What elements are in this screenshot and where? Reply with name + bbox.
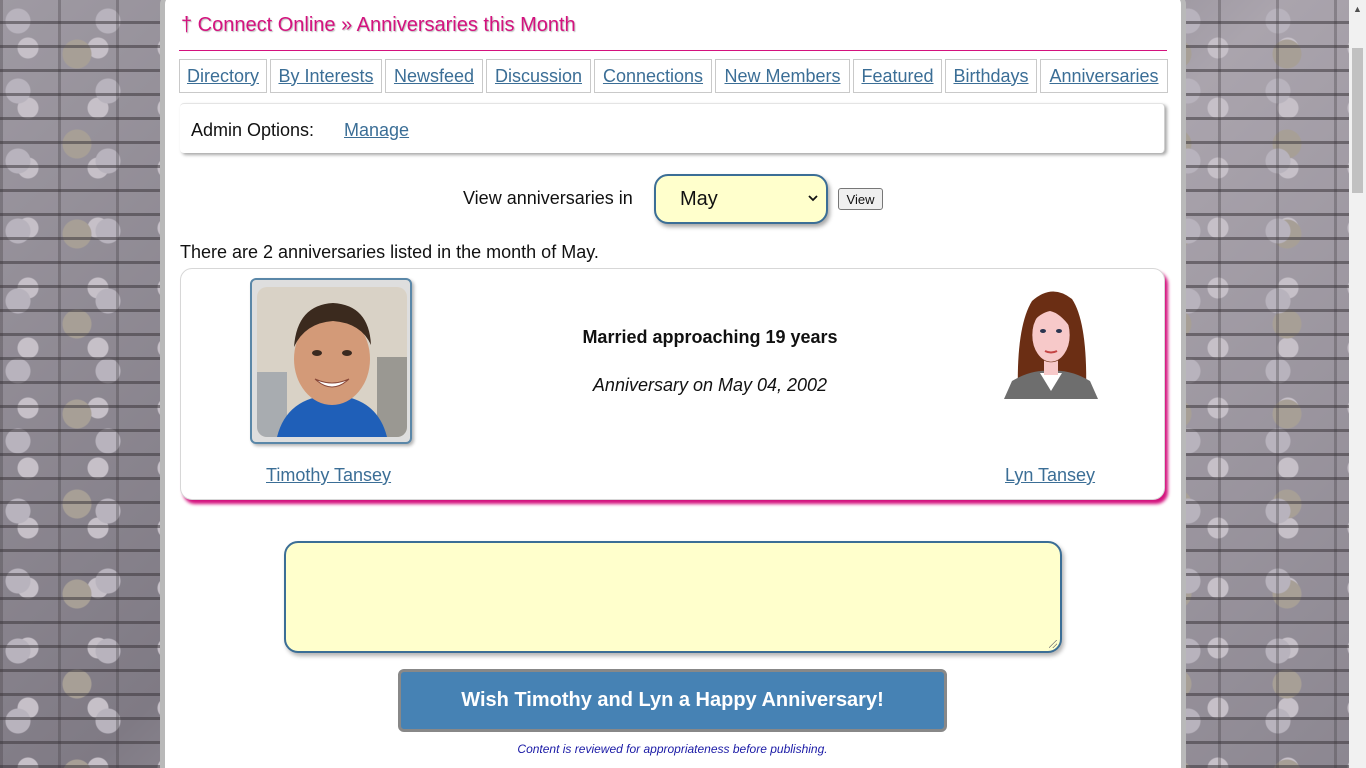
- month-select[interactable]: May: [654, 174, 828, 224]
- view-button[interactable]: View: [838, 188, 883, 210]
- tab-birthdays[interactable]: Birthdays: [945, 59, 1037, 93]
- lyn-avatar[interactable]: [1002, 287, 1100, 399]
- timothy-avatar: [257, 287, 407, 437]
- tab-featured[interactable]: Featured: [853, 59, 942, 93]
- view-anniversaries-label: View anniversaries in: [463, 188, 633, 208]
- resize-handle-icon[interactable]: [1049, 640, 1057, 648]
- page-scrollbar[interactable]: ▲: [1349, 0, 1366, 768]
- page-title: † Connect Online » Anniversaries this Mo…: [181, 14, 576, 36]
- tab-directory[interactable]: Directory: [179, 59, 267, 93]
- tab-newsfeed[interactable]: Newsfeed: [385, 59, 483, 93]
- tab-anniversaries[interactable]: Anniversaries: [1040, 59, 1168, 93]
- anniversary-count-text: There are 2 anniversaries listed in the …: [180, 242, 599, 262]
- tab-discussion[interactable]: Discussion: [486, 59, 591, 93]
- anniversary-message-textarea[interactable]: [284, 541, 1062, 653]
- title-divider: [179, 50, 1167, 51]
- admin-options-label: Admin Options:: [191, 120, 315, 140]
- manage-link[interactable]: Manage: [344, 120, 409, 141]
- timothy-tansey-link[interactable]: Timothy Tansey: [266, 465, 391, 486]
- content-review-note: Content is reviewed for appropriateness …: [517, 742, 828, 756]
- tab-connections[interactable]: Connections: [594, 59, 712, 93]
- tab-by-interests[interactable]: By Interests: [270, 59, 382, 93]
- admin-options-box: Admin Options: Manage: [180, 103, 1165, 153]
- tab-new-members[interactable]: New Members: [715, 59, 850, 93]
- anniversary-date-text: Anniversary on May 04, 2002: [592, 375, 828, 395]
- chevron-down-icon: [808, 190, 818, 205]
- timothy-photo-frame[interactable]: [250, 278, 412, 444]
- scroll-up-arrow-icon[interactable]: ▲: [1349, 4, 1366, 14]
- wish-anniversary-button[interactable]: Wish Timothy and Lyn a Happy Anniversary…: [398, 669, 947, 732]
- lyn-tansey-link[interactable]: Lyn Tansey: [1005, 465, 1095, 486]
- scrollbar-thumb[interactable]: [1352, 48, 1363, 193]
- month-select-value: May: [680, 188, 718, 210]
- married-duration-text: Married approaching 19 years: [582, 327, 838, 347]
